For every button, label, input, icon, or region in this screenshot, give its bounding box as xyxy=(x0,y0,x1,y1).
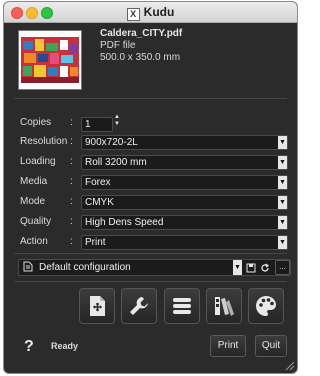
file-name: Caldera_CITY.pdf xyxy=(100,28,183,39)
copies-label: Copies xyxy=(20,117,52,128)
document-icon xyxy=(23,261,33,275)
action-value: Print xyxy=(85,237,106,248)
status-text: Ready xyxy=(51,341,79,351)
dropdown-arrow-icon[interactable]: ▼ xyxy=(278,236,287,249)
quality-value: High Dens Speed xyxy=(85,217,164,228)
more-options-button[interactable]: ... xyxy=(275,260,290,275)
dropdown-arrow-icon[interactable]: ▼ xyxy=(278,136,287,149)
quality-select[interactable]: High Dens Speed ▼ xyxy=(81,215,288,230)
queue-list-button[interactable] xyxy=(164,288,200,324)
resolution-value: 900x720-2L xyxy=(85,137,138,148)
colon: : xyxy=(70,236,73,247)
resize-grip-icon[interactable] xyxy=(284,360,295,371)
resolution-select[interactable]: 900x720-2L ▼ xyxy=(81,135,288,150)
kudu-app-icon: X xyxy=(126,8,140,21)
copies-field[interactable]: 1 xyxy=(81,117,113,132)
city-preview-image xyxy=(19,31,81,89)
mode-select[interactable]: CMYK ▼ xyxy=(81,195,288,210)
colon: : xyxy=(70,216,73,227)
color-swatches-button[interactable] xyxy=(206,288,242,324)
quit-button[interactable]: Quit xyxy=(255,335,287,357)
loading-select[interactable]: Roll 3200 mm ▼ xyxy=(81,155,288,170)
window-title: Kudu xyxy=(143,5,175,19)
divider-top xyxy=(14,98,287,99)
print-button[interactable]: Print xyxy=(210,335,246,357)
action-select[interactable]: Print ▼ xyxy=(81,235,288,250)
media-label: Media xyxy=(20,176,48,187)
dropdown-arrow-icon[interactable]: ▼ xyxy=(278,156,287,169)
file-thumbnail xyxy=(18,30,82,90)
configuration-select[interactable]: Default configuration ▼ ... xyxy=(18,259,291,276)
help-button[interactable]: ? xyxy=(24,338,34,356)
stepper-down-icon[interactable]: ▼ xyxy=(113,121,121,128)
dropdown-arrow-icon[interactable]: ▼ xyxy=(278,216,287,229)
dropdown-arrow-icon[interactable]: ▼ xyxy=(278,196,287,209)
wrench-icon xyxy=(130,297,148,315)
swatch-book-icon xyxy=(215,297,234,316)
window-title-group: X Kudu xyxy=(4,5,297,21)
title-bar[interactable]: X Kudu xyxy=(4,2,297,23)
color-palette-button[interactable] xyxy=(248,288,284,324)
file-type: PDF file xyxy=(100,40,136,51)
configuration-value: Default configuration xyxy=(39,262,131,273)
copies-value: 1 xyxy=(85,119,91,130)
add-page-icon xyxy=(90,296,105,316)
file-dimensions: 500.0 x 350.0 mm xyxy=(100,52,181,63)
copies-stepper[interactable]: ▲ ▼ xyxy=(113,114,121,128)
mode-value: CMYK xyxy=(85,197,114,208)
action-label: Action xyxy=(20,236,48,247)
reload-icon[interactable] xyxy=(259,260,271,275)
stepper-up-icon[interactable]: ▲ xyxy=(113,114,121,121)
colon: : xyxy=(70,156,73,167)
dropdown-arrow-icon[interactable]: ▼ xyxy=(233,260,242,275)
kudu-window: X Kudu Caldera_CITY.pdf PDF file 500.0 x … xyxy=(3,1,298,374)
colon: : xyxy=(70,117,73,128)
colon: : xyxy=(70,136,73,147)
settings-button[interactable] xyxy=(121,288,157,324)
divider-middle xyxy=(14,253,287,254)
media-value: Forex xyxy=(85,177,111,188)
loading-value: Roll 3200 mm xyxy=(85,157,147,168)
media-select[interactable]: Forex ▼ xyxy=(81,175,288,190)
add-page-button[interactable] xyxy=(79,288,115,324)
colon: : xyxy=(70,176,73,187)
palette-icon xyxy=(256,296,276,316)
colon: : xyxy=(70,196,73,207)
divider-lower xyxy=(14,281,287,282)
list-icon xyxy=(173,298,191,314)
quality-label: Quality xyxy=(20,216,52,227)
mode-label: Mode xyxy=(20,196,46,207)
save-icon[interactable] xyxy=(245,260,257,275)
loading-label: Loading xyxy=(20,156,56,167)
resolution-label: Resolution xyxy=(20,136,68,147)
dropdown-arrow-icon[interactable]: ▼ xyxy=(278,176,287,189)
